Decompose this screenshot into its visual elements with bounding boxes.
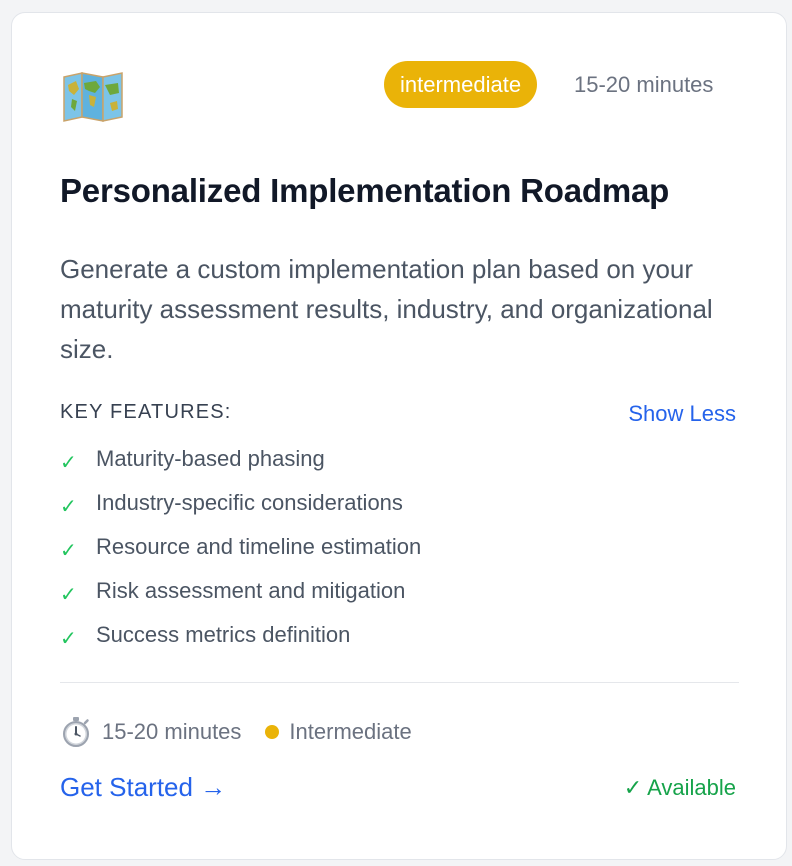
get-started-link[interactable]: Get Started → [60, 772, 226, 803]
footer-duration: 15-20 minutes [102, 719, 242, 744]
feature-label: Risk assessment and mitigation [96, 578, 406, 603]
footer-divider [60, 682, 739, 683]
check-icon: ✓ [60, 495, 77, 518]
feature-label: Success metrics definition [96, 622, 351, 647]
card-title: Personalized Implementation Roadmap [60, 172, 670, 209]
stopwatch-icon [63, 717, 89, 747]
feature-item: ✓ Maturity-based phasing [60, 437, 720, 481]
card-meta: 15-20 minutes Intermediate [60, 713, 412, 751]
difficulty-badge: intermediate [384, 61, 538, 108]
feature-label: Industry-specific considerations [96, 490, 403, 515]
folded-world-map-icon [63, 72, 123, 122]
card-description: Generate a custom implementation plan ba… [60, 254, 713, 364]
key-features-heading: KEY FEATURES: [60, 401, 232, 423]
check-icon: ✓ [60, 627, 77, 650]
feature-item: ✓ Resource and timeline estimation [60, 525, 720, 569]
feature-item: ✓ Risk assessment and mitigation [60, 569, 720, 613]
feature-label: Maturity-based phasing [96, 446, 325, 471]
footer-level: Intermediate [289, 719, 412, 744]
availability-status: ✓ Available [623, 775, 736, 800]
level-indicator-dot [265, 725, 280, 739]
feature-item: ✓ Industry-specific considerations [60, 481, 720, 525]
show-less-toggle[interactable]: Show Less [628, 401, 736, 427]
duration-label: 15-20 minutes [574, 72, 714, 97]
check-icon: ✓ [60, 583, 77, 606]
tool-card: intermediate 15-20 minutes Personalized … [11, 12, 787, 860]
check-icon: ✓ [60, 539, 77, 562]
feature-label: Resource and timeline estimation [96, 534, 422, 559]
features-list: ✓ Maturity-based phasing ✓ Industry-spec… [60, 437, 720, 657]
feature-item: ✓ Success metrics definition [60, 613, 720, 657]
check-icon: ✓ [60, 451, 77, 474]
